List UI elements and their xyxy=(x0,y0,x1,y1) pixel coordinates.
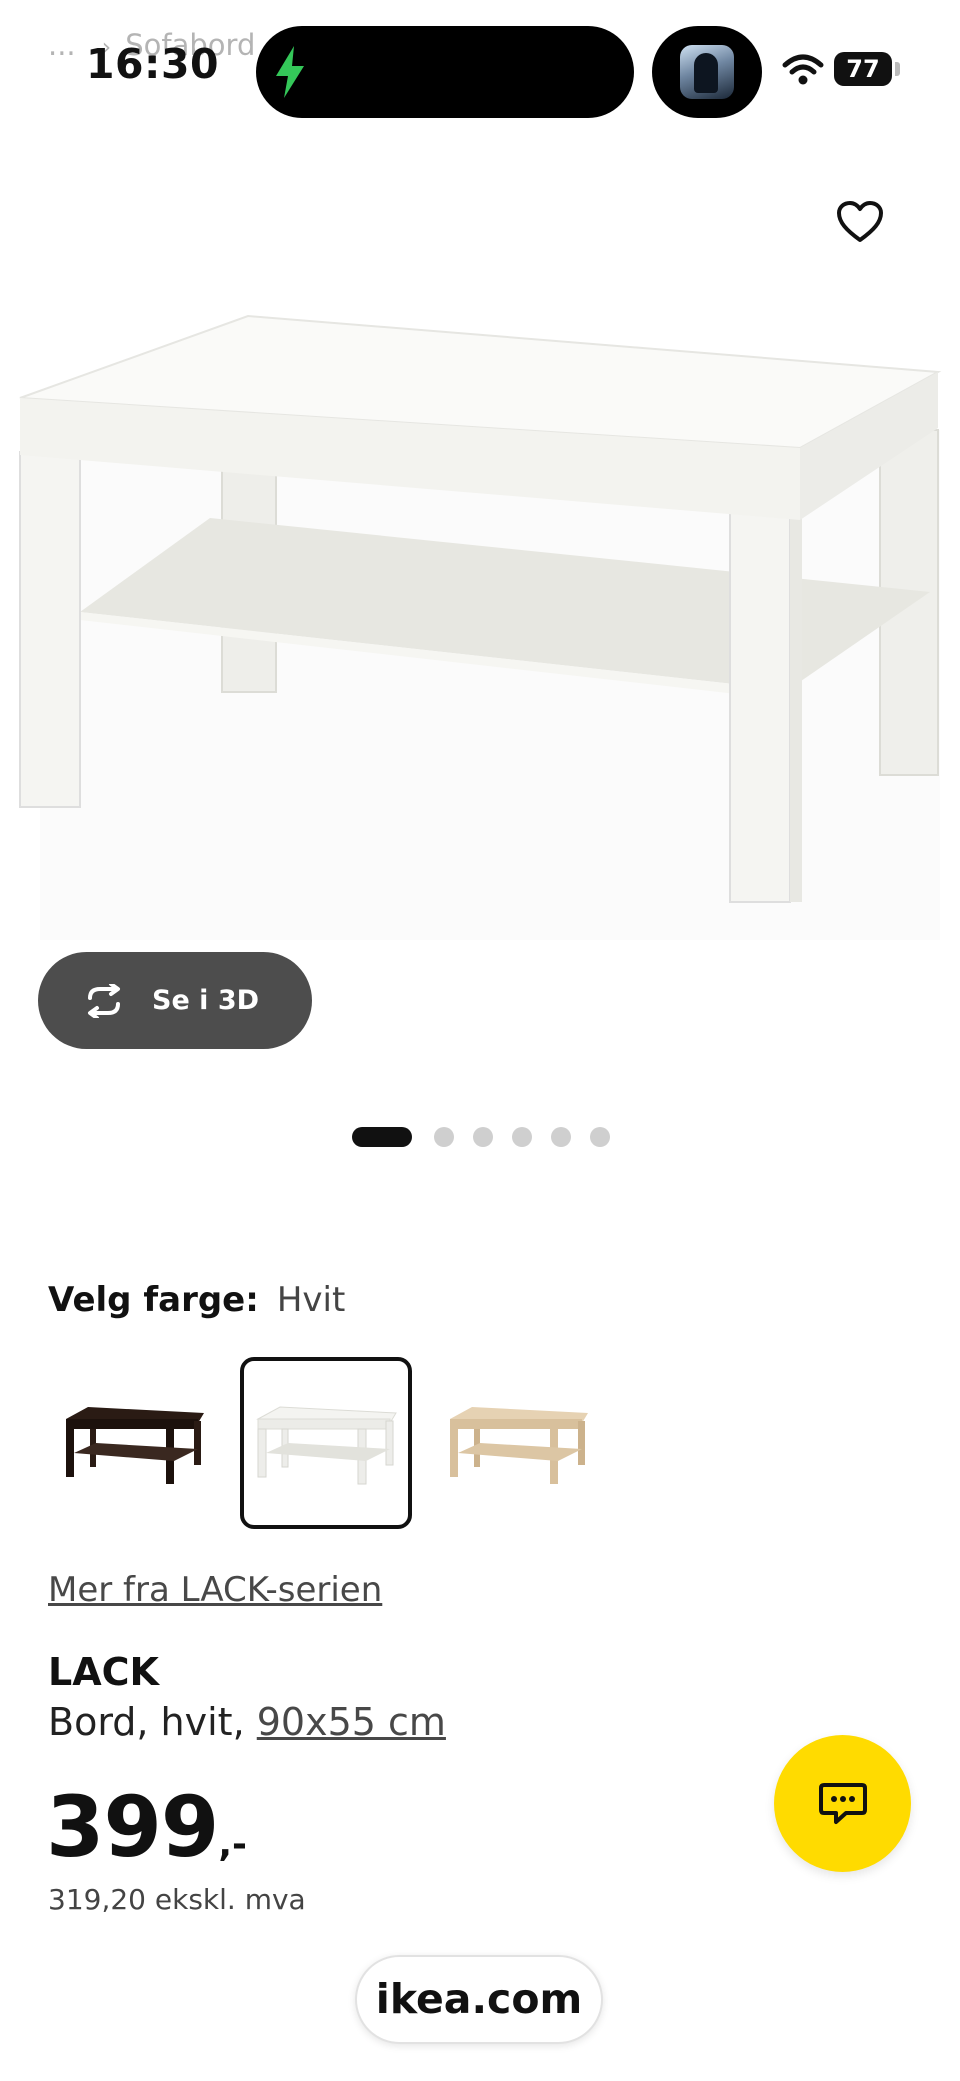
color-selector-heading: Velg farge: Hvit xyxy=(48,1280,345,1320)
color-swatch-white[interactable] xyxy=(240,1357,412,1529)
swatch-image xyxy=(256,1406,397,1485)
series-link[interactable]: Mer fra LACK-serien xyxy=(48,1570,382,1610)
browser-url-bar[interactable]: ikea.com xyxy=(355,1955,603,2044)
gallery-dot[interactable] xyxy=(590,1127,610,1147)
product-description-text: Bord, hvit, xyxy=(48,1700,257,1744)
battery-cap xyxy=(895,62,900,76)
battery-indicator: 77 xyxy=(834,52,892,86)
size-link[interactable]: 90x55 cm xyxy=(257,1700,446,1744)
wifi-icon xyxy=(782,54,824,85)
swatch-image xyxy=(450,1407,588,1484)
product-name: LACK xyxy=(48,1650,159,1694)
product-image[interactable] xyxy=(0,260,960,940)
gallery-dot[interactable] xyxy=(434,1127,454,1147)
breadcrumb-ellipsis[interactable]: ... xyxy=(48,28,76,62)
price-suffix: ,- xyxy=(218,1824,247,1865)
view-3d-label: Se i 3D xyxy=(152,985,260,1016)
gallery-dot[interactable] xyxy=(473,1127,493,1147)
rotate-3d-icon xyxy=(88,983,120,1018)
dynamic-island-media[interactable] xyxy=(652,26,762,118)
color-selected-value: Hvit xyxy=(276,1280,346,1320)
chat-button[interactable] xyxy=(774,1735,911,1872)
price-ex-vat: 319,20 ekskl. mva xyxy=(48,1883,306,1916)
media-thumbnail xyxy=(680,45,734,99)
heart-icon[interactable] xyxy=(836,200,884,244)
product-description: Bord, hvit, 90x55 cm xyxy=(48,1700,446,1744)
chat-icon xyxy=(818,1782,867,1824)
color-swatch-oak-effect[interactable] xyxy=(432,1357,604,1529)
product-price: 399,- xyxy=(46,1778,247,1876)
gallery-dot[interactable] xyxy=(551,1127,571,1147)
view-3d-button[interactable]: Se i 3D xyxy=(38,952,312,1049)
gallery-dot[interactable] xyxy=(512,1127,532,1147)
color-swatch-black-brown[interactable] xyxy=(48,1357,220,1529)
status-time: 16:30 xyxy=(86,40,220,88)
charging-bolt-icon xyxy=(276,46,304,98)
swatch-image xyxy=(66,1407,204,1484)
price-amount: 399 xyxy=(46,1778,219,1876)
dynamic-island-charging xyxy=(256,26,634,118)
color-label: Velg farge: xyxy=(48,1280,259,1320)
gallery-dot[interactable] xyxy=(352,1127,412,1147)
